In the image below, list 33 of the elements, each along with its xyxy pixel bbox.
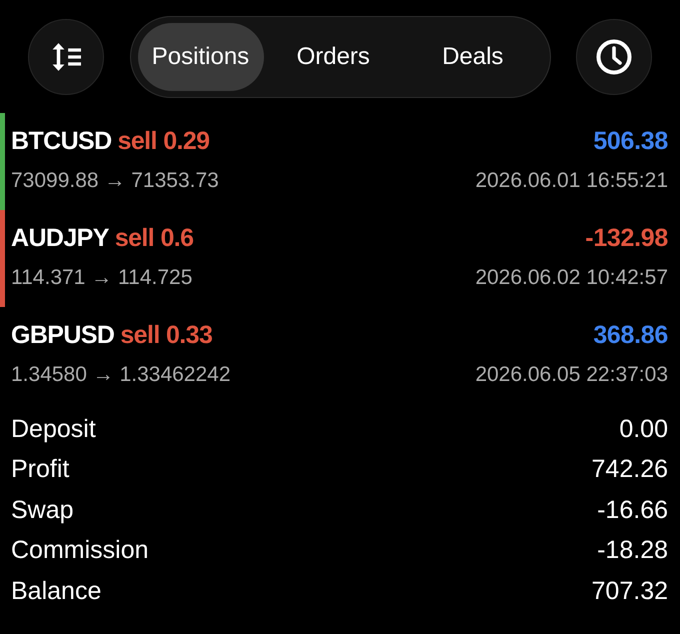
summary-value: 707.32: [592, 576, 668, 606]
clock-icon: [596, 39, 632, 75]
tab[interactable]: Orders: [264, 23, 403, 91]
position-row[interactable]: GBPUSD sell 0.33 368.86 1.34580 → 1.33462242 2026.06.05 22:37:03: [0, 307, 680, 404]
order-text: sell 0.29: [118, 126, 210, 156]
summary-label: Profit: [11, 455, 70, 484]
symbol-text: AUDJPY: [11, 224, 109, 252]
profit-value: 368.86: [593, 320, 668, 350]
price-text: 73099.88 → 71353.73: [11, 169, 219, 193]
summary-label: Deposit: [11, 414, 96, 444]
summary-value: 0.00: [619, 414, 668, 444]
time-text: 2026.06.02 10:42:57: [475, 266, 668, 290]
summary-value: -18.28: [597, 536, 668, 566]
profit-value: -132.98: [585, 224, 668, 252]
sort-icon: [51, 42, 81, 72]
symbol-text: GBPUSD: [11, 320, 114, 350]
price-text: 1.34580 → 1.33462242: [11, 363, 231, 387]
tab[interactable]: Deals: [403, 23, 542, 91]
profit-value: 506.38: [593, 126, 668, 156]
symbol-text: BTCUSD: [11, 126, 112, 156]
order-text: sell 0.6: [114, 224, 194, 252]
tab[interactable]: Positions: [138, 23, 264, 91]
summary-value: -16.66: [597, 496, 668, 525]
summary-label: Commission: [11, 536, 149, 566]
position-row[interactable]: BTCUSD sell 0.29 506.38 73099.88 → 71353.73 2026.06.01 16:55:21: [0, 113, 680, 210]
position-row[interactable]: AUDJPY sell 0.6 -132.98 114.371 → 114.725 2026.06.02 10:42:57: [0, 210, 680, 307]
time-text: 2026.06.01 16:55:21: [475, 169, 668, 193]
time-text: 2026.06.05 22:37:03: [475, 363, 668, 387]
summary-label: Swap: [11, 496, 74, 525]
summary-label: Balance: [11, 576, 102, 606]
price-text: 114.371 → 114.725: [11, 266, 192, 290]
summary-value: 742.26: [592, 455, 668, 484]
order-text: sell 0.33: [120, 320, 212, 350]
